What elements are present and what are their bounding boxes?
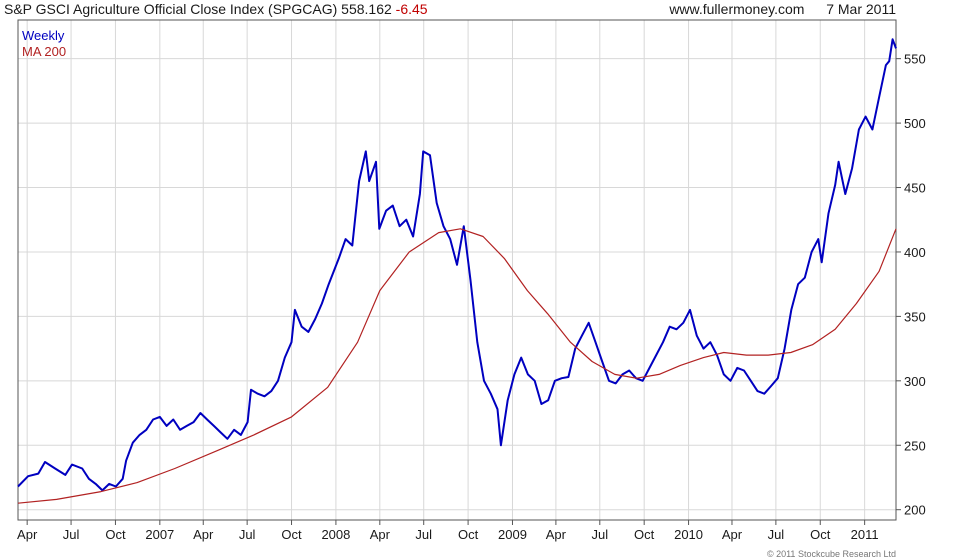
x-tick-label: 2007 bbox=[145, 527, 174, 542]
y-tick-label: 350 bbox=[904, 309, 926, 324]
y-tick-label: 200 bbox=[904, 503, 926, 518]
legend-ma: MA 200 bbox=[22, 44, 67, 59]
y-tick-label: 250 bbox=[904, 438, 926, 453]
x-tick-label: Jul bbox=[239, 527, 256, 542]
x-tick-label: Jul bbox=[591, 527, 608, 542]
weekly-series-line bbox=[17, 38, 897, 492]
x-tick-label: 2008 bbox=[321, 527, 350, 542]
y-tick-label: 550 bbox=[904, 52, 926, 67]
x-tick-label: Apr bbox=[370, 527, 391, 542]
y-tick-label: 400 bbox=[904, 245, 926, 260]
x-tick-label: Oct bbox=[810, 527, 831, 542]
x-tick-label: 2009 bbox=[498, 527, 527, 542]
x-tick-label: Apr bbox=[546, 527, 567, 542]
x-tick-label: Oct bbox=[634, 527, 655, 542]
chart-area: Apr Jul Oct 2007 Apr Jul Oct 2008 Apr Jul Oct 2009 A… bbox=[17, 19, 926, 542]
ma200-series-line bbox=[17, 228, 897, 504]
x-tick-label: Oct bbox=[105, 527, 126, 542]
x-tick-label: Oct bbox=[458, 527, 479, 542]
x-tick-label: Apr bbox=[722, 527, 743, 542]
x-tick-label: 2011 bbox=[851, 527, 879, 542]
y-tick-label: 500 bbox=[904, 116, 926, 131]
copyright: © 2011 Stockcube Research Ltd bbox=[766, 549, 896, 559]
x-tick-label: Apr bbox=[193, 527, 214, 542]
legend-weekly: Weekly bbox=[22, 28, 65, 43]
y-tick-label: 450 bbox=[904, 181, 926, 196]
x-tick-label: Apr bbox=[17, 527, 38, 542]
legend: Weekly MA 200 bbox=[22, 28, 66, 60]
x-tick-label: Jul bbox=[415, 527, 432, 542]
x-tick-label: Jul bbox=[63, 527, 80, 542]
y-tick-label: 300 bbox=[904, 374, 926, 389]
x-tick-label: Jul bbox=[768, 527, 785, 542]
x-tick-label: Oct bbox=[281, 527, 302, 542]
x-tick-label: 2010 bbox=[674, 527, 703, 542]
